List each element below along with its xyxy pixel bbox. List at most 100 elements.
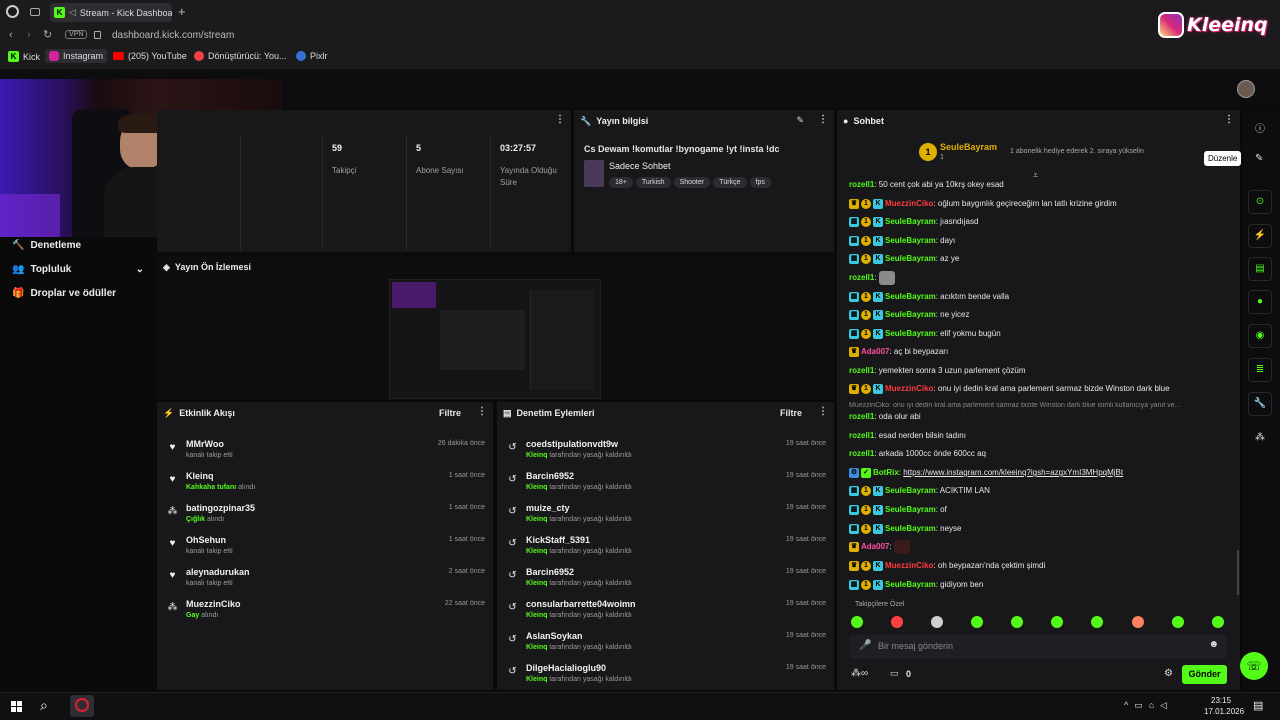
bookmark-kick[interactable]: K Kick: [8, 51, 40, 62]
chat-username[interactable]: MuezzinCiko: [885, 561, 933, 570]
chat-username[interactable]: rozell1: [849, 431, 874, 440]
rail-button-stack[interactable]: ≣: [1248, 358, 1272, 382]
more-options-icon[interactable]: ⋮: [818, 114, 828, 125]
moderation-username[interactable]: Barcin6952: [526, 567, 574, 577]
chevron-down-icon[interactable]: ⌄: [136, 264, 144, 275]
mute-icon[interactable]: ◁: [69, 7, 76, 18]
tag[interactable]: Türkçe: [713, 177, 747, 188]
chat-username[interactable]: rozell1: [849, 273, 874, 282]
moderation-username[interactable]: KickStaff_5391: [526, 535, 590, 545]
chat-username[interactable]: SeuleBayram: [885, 486, 936, 495]
emote-button[interactable]: [1011, 616, 1023, 628]
edit-pencil-icon[interactable]: ✎: [1255, 153, 1263, 164]
chat-username[interactable]: Ada007: [861, 542, 889, 551]
mic-icon[interactable]: 🎤: [859, 640, 871, 651]
tray-icons[interactable]: ^▭⌂◁: [1124, 700, 1173, 711]
activity-username[interactable]: MuezzinCiko: [186, 599, 241, 609]
edit-icon[interactable]: ✎: [796, 115, 804, 126]
nav-topluluk[interactable]: 👥 Topluluk ⌄: [12, 264, 144, 275]
support-button[interactable]: ☏: [1240, 652, 1268, 680]
more-options-icon[interactable]: ⋮: [477, 406, 487, 417]
emote-button[interactable]: [1212, 616, 1224, 628]
tag[interactable]: Turkish: [635, 177, 671, 188]
tag[interactable]: 18+: [609, 177, 633, 188]
rail-button-wrench[interactable]: 🔧: [1248, 392, 1272, 416]
chat-username[interactable]: SeuleBayram: [885, 329, 936, 338]
more-options-icon[interactable]: ⋮: [818, 406, 828, 417]
chat-username[interactable]: Ada007: [861, 347, 889, 356]
chat-username[interactable]: rozell1: [849, 412, 874, 421]
chat-username[interactable]: SeuleBayram: [885, 254, 936, 263]
more-options-icon[interactable]: ⋮: [555, 114, 565, 125]
opera-menu-icon[interactable]: [6, 5, 19, 18]
opera-taskbar-icon[interactable]: [70, 695, 94, 717]
stream-preview-video[interactable]: [389, 279, 601, 399]
rail-button-notes[interactable]: ▤: [1248, 257, 1272, 281]
pinned-user[interactable]: SeuleBayram: [940, 142, 997, 152]
bookmark-pixlr[interactable]: Pixlr: [296, 51, 328, 61]
gift-sub-icon[interactable]: ▭: [890, 668, 899, 679]
moderator-name[interactable]: Kleinq: [526, 644, 547, 651]
category-name[interactable]: Sadece Sohbet: [609, 161, 671, 171]
chat-username[interactable]: SeuleBayram: [885, 505, 936, 514]
search-icon[interactable]: ⌕: [40, 697, 48, 714]
emote-button[interactable]: [1132, 616, 1144, 628]
emote-button[interactable]: [1172, 616, 1184, 628]
send-button[interactable]: Gönder: [1182, 665, 1227, 684]
notification-icon[interactable]: ▤: [1253, 699, 1263, 712]
url-field[interactable]: dashboard.kick.com/stream: [112, 30, 234, 41]
chat-username[interactable]: rozell1: [849, 366, 874, 375]
rail-button-raid[interactable]: ⊙: [1248, 190, 1272, 214]
filter-button[interactable]: Filtre: [780, 408, 802, 418]
filter-button[interactable]: Filtre: [439, 408, 461, 418]
emote-button[interactable]: [971, 616, 983, 628]
windows-start-icon[interactable]: [11, 701, 22, 712]
forward-icon[interactable]: ›: [27, 29, 31, 41]
nav-droplar[interactable]: 🎁 Droplar ve ödüller: [12, 288, 116, 299]
tag[interactable]: fps: [749, 177, 771, 188]
chat-username[interactable]: SeuleBayram: [885, 217, 936, 226]
rail-button-chat[interactable]: ●: [1248, 290, 1272, 314]
chat-username[interactable]: BotRix: [873, 468, 899, 477]
moderation-username[interactable]: coedstipulationvdt9w: [526, 439, 618, 449]
emote-button[interactable]: [891, 616, 903, 628]
chat-username[interactable]: SeuleBayram: [885, 310, 936, 319]
nav-denetleme[interactable]: 🔨 Denetleme: [12, 240, 81, 251]
moderation-username[interactable]: muize_cty: [526, 503, 570, 513]
rail-button-broadcast[interactable]: ◉: [1248, 324, 1272, 348]
more-options-icon[interactable]: ⋮: [1224, 114, 1234, 125]
activity-username[interactable]: aleynadurukan: [186, 567, 250, 577]
moderation-username[interactable]: Barcin6952: [526, 471, 574, 481]
bookmark-youtube[interactable]: (205) YouTube: [113, 51, 187, 61]
activity-username[interactable]: Kleinq: [186, 471, 214, 481]
tag[interactable]: Shooter: [673, 177, 711, 188]
moderator-name[interactable]: Kleinq: [526, 452, 547, 459]
moderator-name[interactable]: Kleinq: [526, 580, 547, 587]
community-icon[interactable]: ⁂: [1255, 432, 1265, 443]
emote-button[interactable]: [1051, 616, 1063, 628]
emoji-picker-icon[interactable]: ☻: [1208, 639, 1219, 650]
chat-username[interactable]: rozell1: [849, 449, 874, 458]
chat-username[interactable]: SeuleBayram: [885, 524, 936, 533]
chat-settings-icon[interactable]: ⚙: [1164, 668, 1173, 679]
chat-username[interactable]: SeuleBayram: [885, 236, 936, 245]
moderator-name[interactable]: Kleinq: [526, 516, 547, 523]
tab-stream-dashboard[interactable]: K ◁ Stream - Kick Dashboa ✕: [50, 3, 172, 22]
chat-input[interactable]: 🎤 Bir mesaj gönderin ☻: [849, 635, 1227, 659]
points-icon[interactable]: ⁂∞: [851, 668, 868, 679]
moderator-name[interactable]: Kleinq: [526, 548, 547, 555]
new-tab-button[interactable]: +: [178, 4, 186, 19]
chat-username[interactable]: SeuleBayram: [885, 292, 936, 301]
moderator-name[interactable]: Kleinq: [526, 612, 547, 619]
moderator-name[interactable]: Kleinq: [526, 484, 547, 491]
activity-username[interactable]: MMrWoo: [186, 439, 224, 449]
activity-username[interactable]: batingozpinar35: [186, 503, 255, 513]
emote-button[interactable]: [1091, 616, 1103, 628]
back-icon[interactable]: ‹: [9, 29, 13, 41]
chat-scrollbar[interactable]: [1237, 550, 1239, 595]
chat-username[interactable]: SeuleBayram: [885, 580, 936, 589]
avatar[interactable]: [1237, 80, 1255, 98]
chat-username[interactable]: rozell1: [849, 180, 874, 189]
info-icon[interactable]: ⓘ: [1255, 120, 1265, 135]
reload-icon[interactable]: ↻: [43, 28, 52, 41]
